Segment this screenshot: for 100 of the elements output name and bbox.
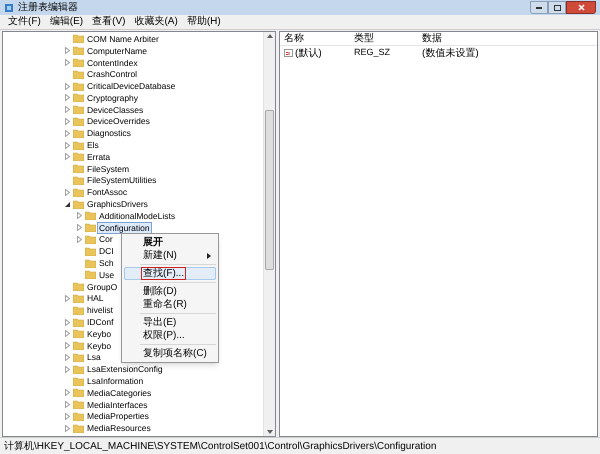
menu-item[interactable]: 帮助(H) — [186, 16, 221, 28]
expand-arrow-icon[interactable] — [64, 412, 71, 420]
folder-icon — [73, 306, 84, 315]
expand-arrow-icon[interactable] — [64, 58, 71, 66]
tree-item[interactable]: CrashControl — [85, 68, 140, 80]
tree-item[interactable]: Use — [97, 268, 116, 281]
tree-item[interactable]: MediaProperties — [85, 410, 151, 422]
tree-item[interactable]: DeviceClasses — [85, 104, 146, 116]
expand-arrow-icon[interactable] — [64, 82, 71, 90]
expand-arrow-icon[interactable] — [64, 318, 71, 326]
menu-option[interactable]: 复制项名称(C) — [124, 347, 216, 360]
scroll-up-icon[interactable] — [266, 34, 272, 38]
expand-arrow-icon[interactable] — [64, 354, 71, 361]
tree-item[interactable]: HAL — [85, 292, 106, 304]
status-path: 计算机\HKEY_LOCAL_MACHINE\SYSTEM\ControlSet001\Control\GraphicsDrivers\Configuration — [4, 440, 436, 454]
folder-icon — [73, 329, 84, 338]
tree-item[interactable]: Els — [85, 139, 101, 152]
folder-icon — [73, 82, 84, 91]
tree-item[interactable]: Lsa — [85, 351, 103, 364]
menu-item[interactable]: 编辑(E) — [50, 16, 84, 28]
expand-arrow-icon[interactable] — [64, 130, 71, 137]
folder-icon — [73, 34, 84, 44]
minimize-button[interactable] — [530, 1, 548, 14]
folder-icon — [73, 140, 84, 150]
expand-arrow-icon[interactable] — [76, 236, 83, 243]
tree-item[interactable]: ContentIndex — [85, 56, 140, 68]
expand-arrow-icon[interactable] — [64, 94, 71, 102]
close-icon — [578, 4, 584, 11]
tree-item[interactable]: Keybo — [85, 340, 114, 352]
tree-item[interactable]: MediaCategories — [85, 386, 154, 399]
folder-icon — [73, 424, 84, 433]
folder-icon — [73, 93, 84, 102]
tree-item[interactable]: DCI — [97, 245, 116, 258]
column-header[interactable]: 名称 — [280, 31, 350, 46]
registry-app-icon — [4, 2, 14, 12]
value-type: REG_SZ — [353, 46, 392, 60]
collapse-arrow-icon[interactable] — [64, 200, 71, 208]
tree-item[interactable]: FileSystemUtilities — [85, 174, 158, 186]
menu-option[interactable]: 查找(F)... — [124, 267, 216, 280]
expand-arrow-icon[interactable] — [76, 212, 83, 220]
tree-item[interactable]: LsaExtensionConfig — [85, 363, 165, 376]
tree-item[interactable]: DeviceOverrides — [85, 115, 152, 128]
menu-option[interactable]: 新建(N) — [124, 249, 216, 262]
maximize-button[interactable] — [548, 1, 566, 14]
folder-icon — [85, 258, 96, 268]
string-value-icon — [284, 49, 293, 57]
tree-item[interactable]: ComputerName — [85, 44, 149, 57]
expand-arrow-icon[interactable] — [64, 389, 71, 396]
tree-item[interactable]: Configuration — [97, 222, 152, 234]
tree-item[interactable]: CriticalDeviceDatabase — [85, 80, 178, 92]
tree-item[interactable]: Cor — [97, 233, 115, 246]
tree-item[interactable]: COM Name Arbiter — [85, 32, 161, 45]
tree-item[interactable]: AdditionalModeLists — [97, 210, 178, 222]
tree-item[interactable]: FontAssoc — [85, 186, 130, 198]
tree-item[interactable]: Sch — [97, 257, 116, 270]
value-name[interactable]: (默认) — [295, 46, 322, 60]
tree-item[interactable]: FileSystem — [85, 162, 132, 175]
tree-item[interactable]: GraphicsDrivers — [85, 198, 150, 210]
expand-arrow-icon[interactable] — [64, 47, 71, 54]
tree-item[interactable]: MediaInterfaces — [85, 398, 150, 411]
tree-item[interactable]: Errata — [85, 150, 112, 163]
expand-arrow-icon[interactable] — [76, 224, 83, 232]
tree-item[interactable]: LsaInformation — [85, 375, 146, 388]
menu-option[interactable]: 权限(P)... — [124, 329, 216, 342]
menu-item[interactable]: 查看(V) — [92, 16, 126, 28]
close-button[interactable] — [566, 1, 596, 14]
tree-item[interactable]: GroupO — [85, 280, 120, 293]
folder-icon — [73, 46, 84, 56]
expand-arrow-icon[interactable] — [64, 142, 71, 149]
menu-option[interactable]: 展开 — [124, 236, 216, 249]
tree-item[interactable]: Keybo — [85, 328, 114, 340]
menu-item[interactable]: 文件(F) — [8, 16, 41, 28]
scrollbar[interactable] — [263, 32, 275, 436]
folder-icon — [73, 294, 84, 303]
menu-option[interactable]: 删除(D) — [124, 285, 216, 298]
column-header[interactable]: 数据 — [418, 31, 486, 46]
tree-item[interactable]: MediaResources — [85, 422, 153, 434]
expand-arrow-icon[interactable] — [64, 401, 71, 408]
menu-option[interactable]: 重命名(R) — [124, 298, 216, 311]
folder-icon — [73, 70, 84, 79]
column-header[interactable]: 类型 — [350, 31, 418, 46]
folder-icon — [73, 152, 84, 162]
tree-item[interactable]: Cryptography — [85, 92, 140, 104]
folder-icon — [85, 270, 96, 280]
scrollbar-thumb[interactable] — [265, 110, 274, 270]
expand-arrow-icon[interactable] — [64, 366, 71, 373]
tree-item[interactable]: hivelist — [85, 304, 115, 316]
tree-item[interactable]: Diagnostics — [85, 127, 133, 140]
expand-arrow-icon[interactable] — [64, 106, 71, 114]
expand-arrow-icon[interactable] — [64, 424, 71, 432]
menu-option[interactable]: 导出(E) — [124, 316, 216, 329]
expand-arrow-icon[interactable] — [64, 118, 71, 125]
scroll-down-icon[interactable] — [266, 430, 272, 434]
expand-arrow-icon[interactable] — [64, 153, 71, 160]
expand-arrow-icon[interactable] — [64, 342, 71, 350]
tree-item[interactable]: IDConf — [85, 316, 116, 328]
expand-arrow-icon[interactable] — [64, 294, 71, 302]
expand-arrow-icon[interactable] — [64, 330, 71, 338]
expand-arrow-icon[interactable] — [64, 188, 71, 196]
menu-item[interactable]: 收藏夹(A) — [134, 16, 178, 28]
